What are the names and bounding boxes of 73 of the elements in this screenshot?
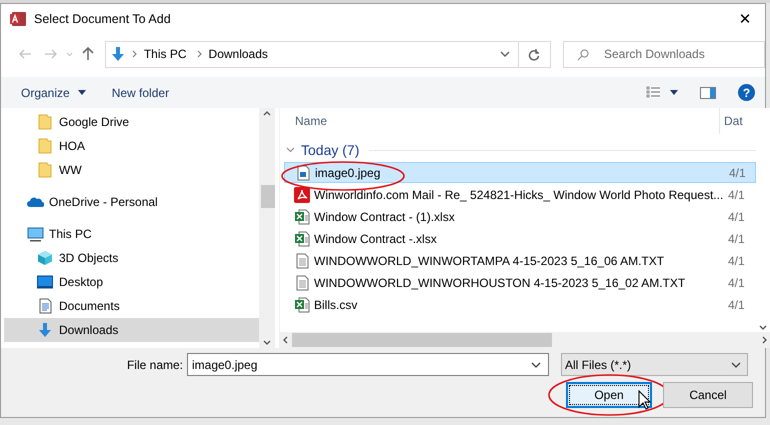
search-field[interactable]: Search Downloads [563, 40, 765, 68]
window-title: Select Document To Add [34, 12, 172, 26]
scroll-up-icon[interactable] [263, 111, 271, 116]
view-list-icon[interactable] [646, 86, 661, 99]
image-file-icon [296, 164, 310, 180]
field-label: File name: [126, 358, 184, 372]
spreadsheet-file-icon [294, 208, 310, 224]
cancel-button[interactable]: Cancel [663, 382, 753, 408]
text-file-icon [296, 274, 308, 290]
column-header[interactable]: Name [280, 108, 720, 134]
file-row[interactable]: Window Contract -.xlsx 4/1 [284, 228, 756, 249]
column-header[interactable]: Dat [720, 114, 743, 128]
help-button[interactable]: ? [738, 84, 755, 101]
cube-icon [37, 250, 53, 266]
sidebar-item[interactable]: OneDrive - Personal [4, 190, 259, 214]
file-row[interactable]: WINDOWWORLD_WINWORHOUSTON 4-15-2023 5_16_02 AM.TXT 4/1 [284, 272, 756, 293]
sidebar-item[interactable]: This PC [4, 222, 259, 246]
sidebar-item[interactable]: Google Drive [4, 110, 259, 134]
caret-icon[interactable] [670, 90, 678, 95]
refresh-button[interactable] [518, 40, 551, 68]
caret-icon [78, 90, 86, 95]
address-bar[interactable]: This PC Downloads [104, 40, 518, 68]
scroll-down-icon[interactable] [263, 340, 271, 345]
spreadsheet-file-icon [294, 230, 310, 246]
scroll-left-icon[interactable] [283, 336, 288, 344]
refresh-icon [528, 48, 540, 60]
app-logo-icon [10, 10, 26, 26]
scroll-right-icon[interactable] [762, 336, 767, 344]
chevron-icon [196, 50, 203, 58]
folder-icon [38, 138, 52, 154]
document-icon [38, 298, 52, 314]
breadcrumb-item[interactable]: Downloads [208, 47, 268, 61]
sidebar-item[interactable]: 3D Objects [4, 246, 259, 270]
dropdown-caret-icon [731, 362, 741, 368]
breadcrumb-item[interactable]: This PC [144, 47, 187, 61]
sidebar-item[interactable]: WW [4, 158, 259, 182]
folder-icon [38, 114, 52, 130]
group-header[interactable]: Today (7) [301, 142, 360, 158]
spreadsheet-file-icon [294, 296, 310, 312]
computer-icon [26, 226, 44, 242]
download-icon [37, 322, 53, 338]
pdf-file-icon [294, 186, 310, 202]
close-button[interactable]: ✕ [725, 4, 765, 33]
sidebar-item[interactable]: Downloads [4, 318, 259, 342]
mouse-cursor-icon [638, 390, 651, 410]
file-name-field[interactable]: image0.jpeg [187, 353, 549, 376]
dropdown-caret-icon[interactable] [500, 51, 510, 57]
file-row[interactable]: Winworldinfo.com Mail - Re_ 524821-Hicks_ Window World Photo Request... 4/1 [284, 184, 756, 205]
up-arrow-icon[interactable] [82, 47, 94, 61]
preview-pane-icon[interactable] [700, 86, 716, 98]
scrollbar-thumb[interactable] [261, 185, 275, 208]
download-icon [110, 46, 126, 62]
chevron-icon [132, 50, 138, 58]
sidebar-item[interactable]: Documents [4, 294, 259, 318]
sidebar-item[interactable]: HOA [4, 134, 259, 158]
desktop-icon [37, 275, 53, 289]
folder-icon [38, 162, 52, 178]
file-row[interactable]: WINDOWWORLD_WINWORTAMPA 4-15-2023 5_16_06 AM.TXT 4/1 [284, 250, 756, 271]
sidebar-item[interactable]: Desktop [4, 270, 259, 294]
search-icon [577, 48, 589, 60]
collapse-caret-icon[interactable] [286, 147, 295, 153]
dropdown-caret-icon[interactable] [531, 362, 541, 368]
file-row[interactable]: Bills.csv 4/1 [284, 294, 756, 315]
text-file-icon [296, 252, 308, 268]
open-button[interactable]: Open [566, 382, 652, 408]
scroll-down-icon[interactable] [759, 325, 767, 330]
file-row[interactable]: Window Contract - (1).xlsx 4/1 [284, 206, 756, 227]
file-row[interactable]: image0.jpeg 4/1 [284, 162, 756, 183]
scrollbar-thumb[interactable] [292, 333, 552, 347]
organize-button[interactable]: Organize [15, 82, 92, 104]
new-folder-button[interactable]: New folder [106, 82, 176, 104]
file-type-dropdown[interactable]: All Files (*.*) [561, 353, 748, 376]
cloud-icon [26, 196, 44, 208]
